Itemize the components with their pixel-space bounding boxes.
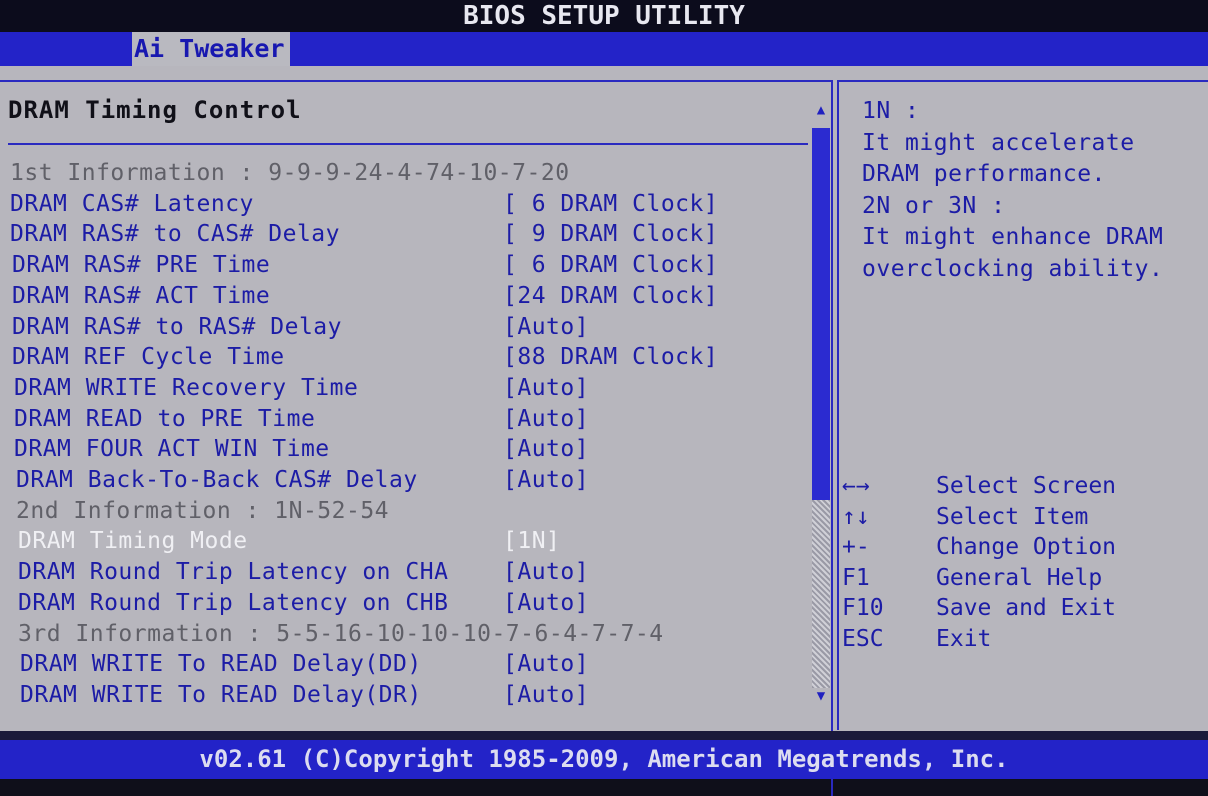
setting-label: DRAM READ to PRE Time [14, 405, 316, 432]
key-label: F10 [842, 595, 884, 622]
setting-row[interactable]: DRAM WRITE To READ Delay(DD) [Auto] [20, 649, 800, 679]
setting-label: DRAM RAS# ACT Time [12, 282, 271, 309]
setting-label: DRAM WRITE To READ Delay(DD) [20, 651, 422, 678]
setting-value[interactable]: [ 6 DRAM Clock] [503, 250, 718, 280]
key-legend-item: +- Change Option [842, 532, 1192, 562]
key-description: Select Screen [936, 473, 1117, 499]
key-legend-item: F1 General Help [842, 563, 1192, 593]
setting-label: DRAM FOUR ACT WIN Time [14, 436, 330, 463]
help-line: 1N : [862, 98, 920, 124]
window-title: BIOS SETUP UTILITY [0, 0, 1208, 32]
setting-label: DRAM CAS# Latency [10, 190, 254, 217]
setting-row[interactable]: DRAM RAS# PRE Time [ 6 DRAM Clock] [12, 250, 800, 280]
title-divider [8, 143, 808, 145]
section-title: DRAM Timing Control [8, 96, 302, 124]
info-row: 2nd Information : 1N-52-54 [16, 496, 800, 526]
info-row: 1st Information : 9-9-9-24-4-74-10-7-20 [10, 158, 800, 188]
setting-value[interactable]: [24 DRAM Clock] [503, 281, 718, 311]
key-legend-item: F10 Save and Exit [842, 593, 1192, 623]
setting-row[interactable]: DRAM CAS# Latency [ 6 DRAM Clock] [10, 189, 800, 219]
setting-row[interactable]: DRAM Timing Mode [1N] [18, 526, 800, 556]
setting-label: DRAM Round Trip Latency on CHA [18, 559, 449, 586]
setting-value[interactable]: [Auto] [503, 404, 589, 434]
setting-row[interactable]: DRAM WRITE Recovery Time [Auto] [14, 373, 800, 403]
key-legend-item: ←→ Select Screen [842, 471, 1192, 501]
footer-divider [0, 731, 1208, 740]
help-line: It might enhance DRAM [862, 224, 1164, 250]
help-line: overclocking ability. [862, 255, 1164, 282]
setting-row[interactable]: DRAM Back-To-Back CAS# Delay [Auto] [16, 465, 800, 495]
setting-value[interactable]: [Auto] [503, 434, 589, 464]
setting-label: 2nd Information : 1N-52-54 [16, 497, 390, 524]
help-line: DRAM performance. [862, 161, 1106, 187]
key-label: +- [842, 534, 870, 561]
setting-row[interactable]: DRAM RAS# ACT Time [24 DRAM Clock] [12, 281, 800, 311]
setting-value[interactable]: [ 6 DRAM Clock] [503, 189, 718, 219]
setting-value[interactable]: [1N] [503, 526, 560, 556]
setting-value[interactable]: [Auto] [503, 312, 589, 342]
setting-label: 3rd Information : 5-5-16-10-10-10-7-6-4-… [18, 620, 664, 647]
setting-row[interactable]: DRAM Round Trip Latency on CHB [Auto] [18, 588, 800, 618]
help-line: It might accelerate [862, 129, 1135, 156]
setting-label: DRAM WRITE To READ Delay(DR) [20, 681, 422, 708]
setting-row[interactable]: DRAM REF Cycle Time [88 DRAM Clock] [12, 342, 800, 372]
setting-value[interactable]: [Auto] [503, 557, 589, 587]
setting-label: DRAM RAS# PRE Time [12, 252, 271, 279]
key-description: General Help [936, 564, 1103, 591]
setting-label: DRAM Timing Mode [18, 528, 248, 555]
info-row: 3rd Information : 5-5-16-10-10-10-7-6-4-… [18, 619, 800, 649]
left-right-arrows-icon: ←→ [842, 473, 870, 499]
scrollbar[interactable] [812, 128, 830, 688]
key-description: Select Item [936, 503, 1089, 530]
setting-label: DRAM REF Cycle Time [12, 344, 285, 371]
setting-label: DRAM RAS# to RAS# Delay [12, 313, 342, 340]
key-description: Save and Exit [936, 595, 1117, 622]
key-description: Exit [936, 626, 992, 652]
key-description: Change Option [936, 534, 1117, 561]
setting-label: DRAM RAS# to CAS# Delay [10, 221, 340, 248]
setting-row[interactable]: DRAM FOUR ACT WIN Time [Auto] [14, 434, 800, 464]
setting-value[interactable]: [Auto] [503, 680, 589, 710]
setting-row[interactable]: DRAM RAS# to CAS# Delay [ 9 DRAM Clock] [10, 219, 800, 249]
key-legend-item: ESC Exit [842, 624, 1192, 654]
help-line: 2N or 3N : [862, 192, 1006, 219]
setting-value[interactable]: [Auto] [503, 373, 589, 403]
key-label: F1 [842, 564, 870, 591]
setting-value[interactable]: [88 DRAM Clock] [503, 342, 718, 372]
up-down-arrows-icon: ↑↓ [842, 503, 870, 530]
setting-row[interactable]: DRAM WRITE To READ Delay(DR) [Auto] [20, 680, 800, 710]
setting-label: DRAM Round Trip Latency on CHB [18, 589, 449, 616]
setting-value[interactable]: [Auto] [503, 588, 589, 618]
setting-row[interactable]: DRAM Round Trip Latency on CHA [Auto] [18, 557, 800, 587]
setting-label: DRAM Back-To-Back CAS# Delay [16, 467, 418, 493]
scroll-track[interactable] [812, 500, 830, 688]
key-label: ESC [842, 626, 884, 652]
setting-row[interactable]: DRAM READ to PRE Time [Auto] [14, 404, 800, 434]
menu-bar: Ai Tweaker [0, 32, 1208, 66]
scroll-up-icon[interactable]: ▲ [812, 102, 830, 118]
setting-value[interactable]: [Auto] [503, 649, 589, 679]
tab-ai-tweaker[interactable]: Ai Tweaker [132, 32, 290, 66]
setting-label: DRAM WRITE Recovery Time [14, 374, 359, 401]
setting-row[interactable]: DRAM RAS# to RAS# Delay [Auto] [12, 312, 800, 342]
setting-label: 1st Information : 9-9-9-24-4-74-10-7-20 [10, 160, 570, 186]
key-legend-item: ↑↓ Select Item [842, 502, 1192, 532]
scroll-thumb[interactable] [812, 128, 830, 500]
scroll-down-icon[interactable]: ▼ [812, 688, 830, 704]
setting-value[interactable]: [Auto] [503, 465, 589, 495]
setting-value[interactable]: [ 9 DRAM Clock] [503, 219, 718, 249]
copyright-footer: v02.61 (C)Copyright 1985-2009, American … [0, 740, 1208, 779]
